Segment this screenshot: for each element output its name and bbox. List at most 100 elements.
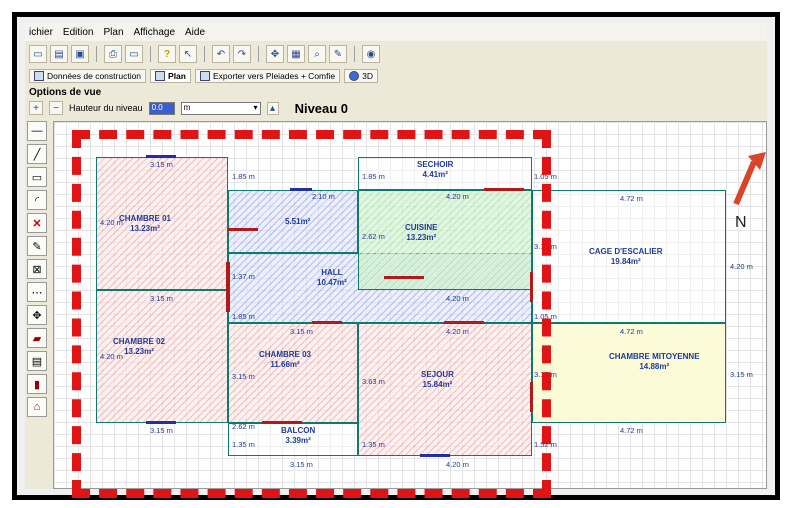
roof-tool-icon[interactable]: ⌂	[27, 397, 47, 417]
dimension-label: 1.37 m	[232, 272, 255, 281]
dimension-label: 2.62 m	[232, 422, 255, 431]
toolbar-separator	[354, 46, 355, 62]
toolbar-separator	[96, 46, 97, 62]
wall-tool-icon[interactable]: ▰	[27, 328, 47, 348]
dimension-label: 3.15 m	[150, 294, 173, 303]
dimension-label: 3.15 m	[730, 370, 753, 379]
menu-fichier[interactable]: ichier	[29, 27, 53, 38]
menu-affichage[interactable]: Affichage	[134, 27, 176, 38]
level-up-icon[interactable]: ▴	[266, 101, 279, 115]
dimension-label: 4.20 m	[100, 218, 123, 227]
construction-data-icon	[34, 71, 44, 81]
tab-plan[interactable]: Plan	[150, 69, 191, 83]
delete-tool-icon[interactable]: ✕	[27, 213, 47, 233]
save-file-icon[interactable]: ▣	[71, 45, 89, 63]
drawing-toolbar: — ╱ ▭ ◜ ✕ ✎ ⊠ ⋯ ✥ ▰ ▤ ▮ ⌂	[27, 121, 49, 489]
redo-icon[interactable]: ↷	[233, 45, 251, 63]
room-name: CAGE D'ESCALIER	[589, 247, 663, 256]
tab-3d[interactable]: 3D	[344, 69, 378, 83]
room-cage-escalier[interactable]: CAGE D'ESCALIER 19.84m²	[532, 190, 726, 323]
arc-tool-icon[interactable]: ◜	[27, 190, 47, 210]
room-name: BALCON	[281, 426, 316, 435]
dimension-label: 1.85 m	[232, 172, 255, 181]
room-name: SEJOUR	[421, 370, 454, 379]
zoom-in-icon[interactable]: +	[29, 101, 43, 115]
dimension-label: 3.15 m	[150, 426, 173, 435]
room-name: CHAMBRE MITOYENNE	[609, 352, 700, 361]
tool-b-icon[interactable]: ▦	[287, 45, 305, 63]
fit-tool-icon[interactable]: ⊠	[27, 259, 47, 279]
move-tool-icon[interactable]: ✎	[27, 236, 47, 256]
dimension-label: 3.10 m	[534, 242, 557, 251]
main-toolbar: ▭ ▤ ▣ ⎙ ▭ ? ↖ ↶ ↷ ✥ ▦ ⌕ ✎ ◉	[25, 43, 767, 65]
globe-icon	[349, 71, 360, 81]
toolbar-separator	[204, 46, 205, 62]
dimension-label: 1.35 m	[232, 440, 255, 449]
window-marker[interactable]	[146, 421, 176, 424]
window-marker[interactable]	[146, 155, 176, 158]
dimension-label: 4.20 m	[730, 262, 753, 271]
room-name: CHAMBRE 01	[119, 214, 172, 223]
level-height-input[interactable]: 0.0	[148, 101, 175, 115]
north-indicator: N	[735, 214, 747, 231]
window-marker[interactable]	[290, 188, 312, 191]
door-marker[interactable]	[226, 262, 230, 312]
zoom-out-icon[interactable]: −	[49, 101, 63, 115]
export-icon	[199, 71, 210, 81]
print-icon[interactable]: ⎙	[104, 45, 122, 63]
line-tool-icon[interactable]: ╱	[27, 144, 47, 164]
preview-icon[interactable]: ▭	[125, 45, 143, 63]
menu-aide[interactable]: Aide	[185, 27, 205, 38]
window-tool-icon[interactable]: ▤	[27, 351, 47, 371]
tool-d-icon[interactable]: ✎	[329, 45, 347, 63]
tool-e-icon[interactable]: ◉	[362, 45, 380, 63]
dimension-label: 4.72 m	[620, 426, 643, 435]
door-marker[interactable]	[262, 421, 302, 424]
door-tool-icon[interactable]: ▮	[27, 374, 47, 394]
tool-c-icon[interactable]: ⌕	[308, 45, 326, 63]
application-window: ichier Edition Plan Affichage Aide ▭ ▤ ▣…	[25, 23, 767, 489]
context-help-icon[interactable]: ↖	[179, 45, 197, 63]
door-marker[interactable]	[444, 321, 484, 324]
menu-edition[interactable]: Edition	[63, 27, 94, 38]
plan-icon	[155, 71, 166, 81]
dimension-label: 1.05 m	[534, 312, 557, 321]
room-chambre-mitoyenne[interactable]: CHAMBRE MITOYENNE 14.88m²	[532, 323, 726, 423]
dimension-label: 4.72 m	[620, 327, 643, 336]
tool-a-icon[interactable]: ✥	[266, 45, 284, 63]
door-marker[interactable]	[312, 321, 342, 324]
dimension-label: 2.62 m	[362, 232, 385, 241]
room-area: 13.23m²	[124, 346, 154, 356]
dimension-label: 4.72 m	[620, 194, 643, 203]
screenshot-frame: ichier Edition Plan Affichage Aide ▭ ▤ ▣…	[12, 12, 780, 500]
help-icon[interactable]: ?	[158, 45, 176, 63]
unit-select[interactable]: m ▾	[180, 101, 261, 115]
arrow-icon	[733, 152, 766, 206]
door-marker[interactable]	[530, 382, 533, 412]
rectangle-tool-icon[interactable]: ▭	[27, 167, 47, 187]
dimension-label: 1.05 m	[534, 172, 557, 181]
dimension-label: 4.20 m	[446, 327, 469, 336]
tab-donnees-construction[interactable]: Données de construction	[29, 69, 147, 83]
undo-icon[interactable]: ↶	[212, 45, 230, 63]
door-marker[interactable]	[384, 276, 424, 279]
dimension-label: 3.15 m	[232, 372, 255, 381]
door-marker[interactable]	[530, 272, 533, 302]
room-sejour[interactable]: SEJOUR 15.84m²	[358, 323, 532, 456]
dimension-label: 4.20 m	[100, 352, 123, 361]
room-hall-upper[interactable]: 5.51m²	[228, 190, 358, 253]
door-marker[interactable]	[228, 228, 258, 231]
room-area: 4.41m²	[422, 169, 448, 179]
window-marker[interactable]	[420, 454, 450, 457]
new-file-icon[interactable]: ▭	[29, 45, 47, 63]
tab-export-pleiades[interactable]: Exporter vers Pleiades + Comfie	[194, 69, 341, 83]
open-file-icon[interactable]: ▤	[50, 45, 68, 63]
plan-canvas[interactable]: CHAMBRE 01 13.23m² CHAMBRE 02 13.23m² 5.51…	[53, 121, 767, 489]
tab-label: Exporter vers Pleiades + Comfie	[212, 71, 336, 81]
measure-tool-icon[interactable]: ⋯	[27, 282, 47, 302]
dimension-label: 3.63 m	[362, 377, 385, 386]
door-marker[interactable]	[484, 188, 524, 191]
pan-tool-icon[interactable]: ✥	[27, 305, 47, 325]
select-tool-icon[interactable]: —	[27, 121, 47, 141]
menu-plan[interactable]: Plan	[103, 27, 123, 38]
